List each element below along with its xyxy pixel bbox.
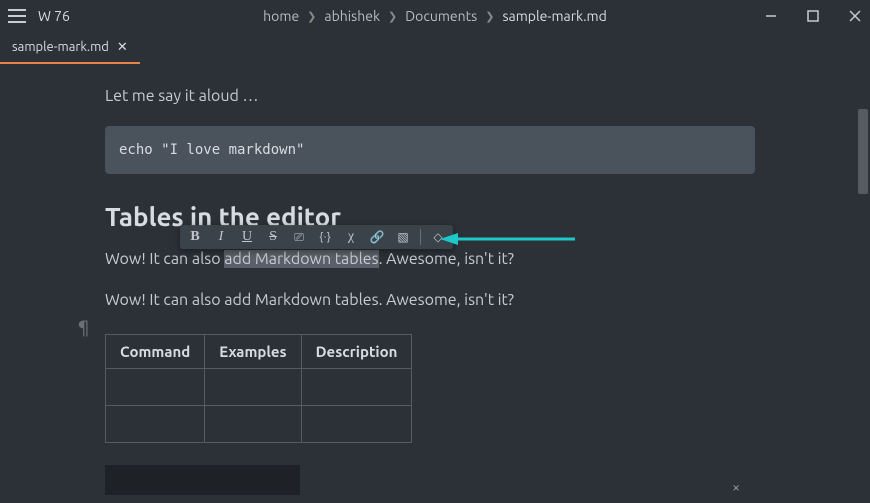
clear-format-button[interactable]: ◇ — [429, 230, 447, 244]
chevron-right-icon: ❯ — [388, 10, 397, 23]
breadcrumb: home ❯ abhishek ❯ Documents ❯ sample-mar… — [263, 8, 607, 24]
tab-label: sample-mark.md — [12, 40, 109, 54]
italic-button[interactable]: I — [212, 229, 230, 245]
format-toolbar: B I U S ⎚ {·} χ 🔗 ▧ ◇ — [180, 225, 453, 249]
maximize-button[interactable] — [806, 9, 820, 23]
table-row — [106, 405, 412, 442]
text-selection: add Markdown tables — [224, 250, 378, 268]
tab-file[interactable]: sample-mark.md ✕ — [0, 32, 140, 64]
code-block[interactable]: echo "I love markdown" — [105, 126, 755, 174]
close-icon[interactable]: × — [732, 479, 740, 495]
paragraph[interactable]: Wow! It can also add Markdown tables. Aw… — [105, 247, 856, 273]
strike-button[interactable]: S — [264, 229, 282, 245]
close-button[interactable] — [848, 9, 862, 23]
bold-button[interactable]: B — [186, 229, 204, 245]
math-button[interactable]: χ — [342, 229, 360, 245]
markdown-table[interactable]: Command Examples Description — [105, 334, 412, 443]
highlight-button[interactable]: ⎚ — [290, 230, 308, 245]
paragraph[interactable]: Wow! It can also add Markdown tables. Aw… — [105, 288, 856, 314]
breadcrumb-item[interactable]: Documents — [405, 8, 477, 24]
underline-button[interactable]: U — [238, 229, 256, 245]
table-header[interactable]: Command — [106, 334, 205, 368]
pilcrow-icon: ¶ — [78, 317, 89, 337]
chevron-right-icon: ❯ — [485, 10, 494, 23]
table-header[interactable]: Description — [301, 334, 412, 368]
breadcrumb-item[interactable]: sample-mark.md — [502, 8, 606, 24]
separator — [420, 229, 421, 245]
word-count: W 76 — [38, 8, 70, 24]
menu-button[interactable] — [8, 9, 26, 23]
minimize-button[interactable] — [764, 9, 778, 23]
breadcrumb-item[interactable]: abhishek — [324, 8, 380, 24]
inline-code-button[interactable]: {·} — [316, 231, 334, 243]
code-block-start[interactable] — [105, 465, 300, 495]
editor-area[interactable]: Let me say it aloud … echo "I love markd… — [0, 64, 856, 503]
breadcrumb-item[interactable]: home — [263, 8, 299, 24]
tab-close-icon[interactable]: ✕ — [117, 40, 128, 55]
tab-bar: sample-mark.md ✕ — [0, 32, 870, 64]
table-row: Command Examples Description — [106, 334, 412, 368]
scrollbar-thumb[interactable] — [858, 109, 868, 194]
paragraph[interactable]: Let me say it aloud … — [105, 84, 856, 110]
link-button[interactable]: 🔗 — [368, 230, 386, 244]
table-row — [106, 368, 412, 405]
chevron-right-icon: ❯ — [307, 10, 316, 23]
image-button[interactable]: ▧ — [394, 230, 412, 244]
scrollbar[interactable] — [856, 64, 870, 483]
table-header[interactable]: Examples — [205, 334, 301, 368]
